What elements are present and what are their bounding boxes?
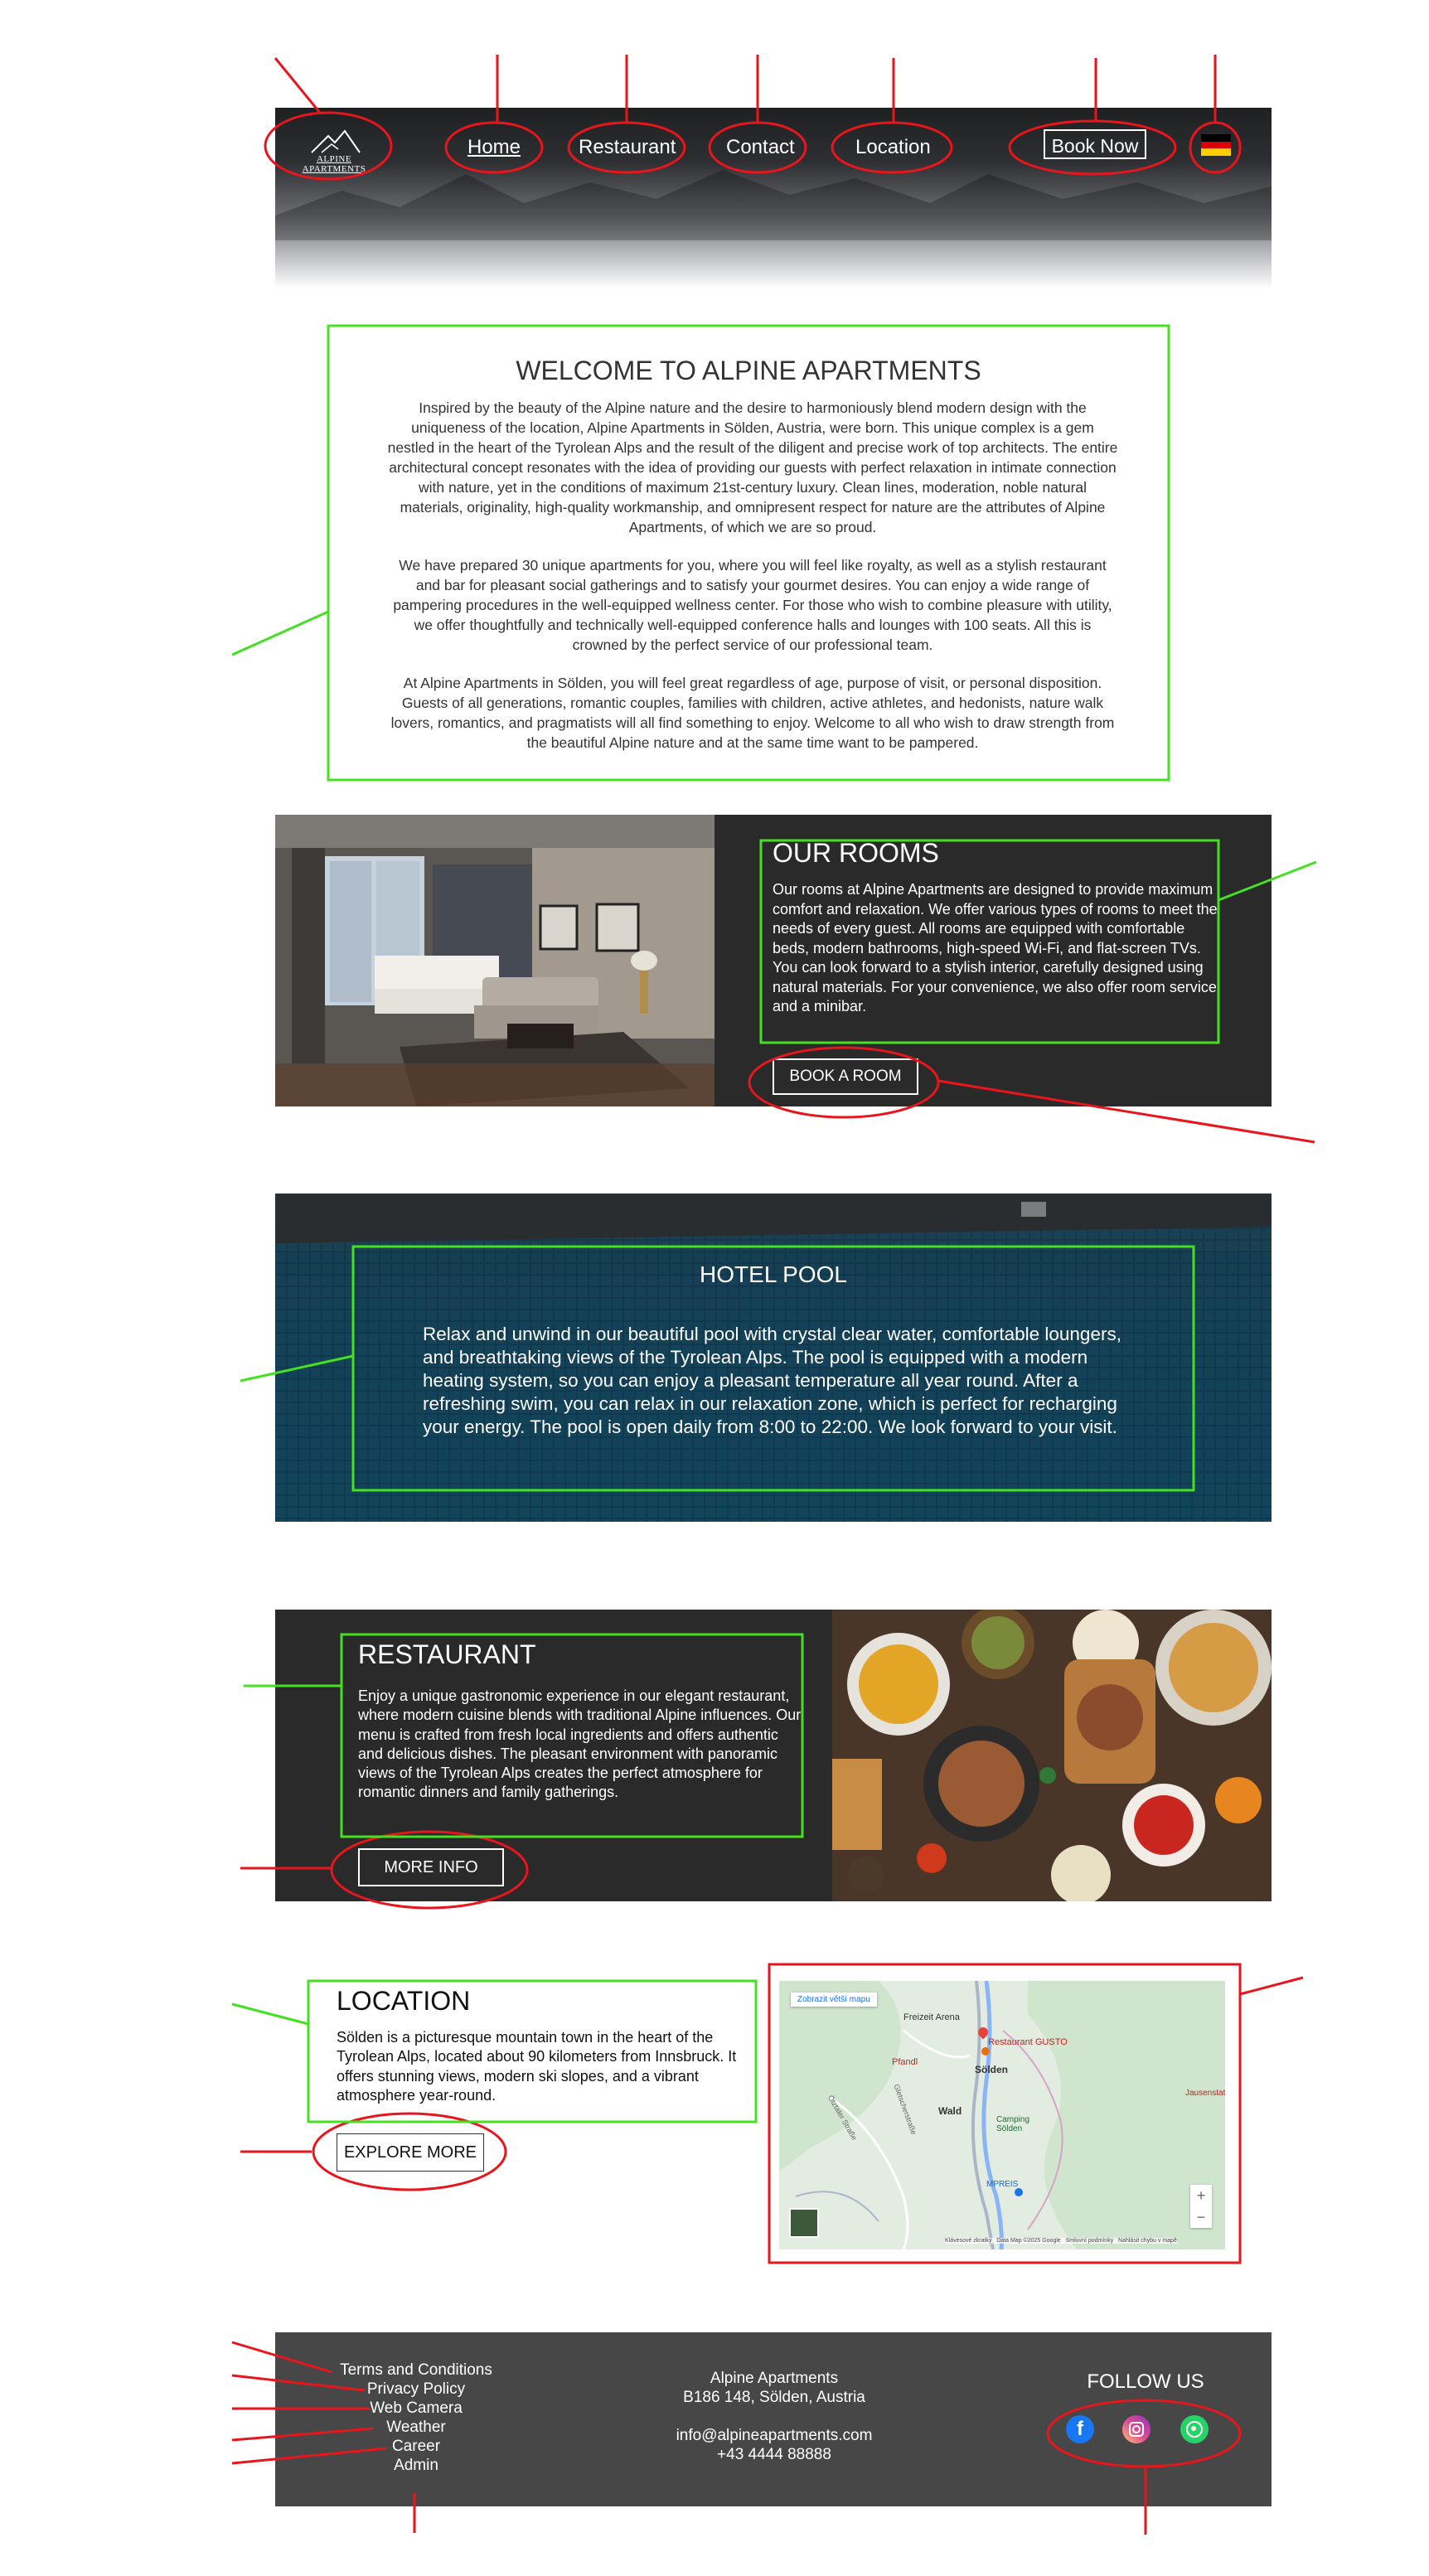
follow-us-heading: FOLLOW US — [1087, 2370, 1204, 2393]
restaurant-section: RESTAURANT Enjoy a unique gastronomic ex… — [275, 1610, 1272, 1901]
welcome-paragraph: We have prepared 30 unique apartments fo… — [393, 557, 1112, 653]
footer-link-admin[interactable]: Admin — [275, 2456, 557, 2475]
embedded-map[interactable]: Zobrazit větší mapu Freizeit Arena Resta… — [779, 1981, 1225, 2249]
whatsapp-icon[interactable] — [1180, 2415, 1209, 2443]
map-attribution: Klávesové zkratky Data Map ©2025 Google … — [945, 2238, 1177, 2244]
map-label: Freizeit Arena — [903, 2012, 960, 2022]
nav-contact[interactable]: Contact — [726, 136, 795, 159]
footer-email[interactable]: info@alpineapartments.com — [623, 2426, 925, 2445]
logo[interactable]: ALPINE APARTMENTS — [288, 126, 380, 174]
german-flag-icon[interactable] — [1201, 134, 1231, 156]
restaurant-text-block: RESTAURANT Enjoy a unique gastronomic ex… — [358, 1639, 806, 1803]
zoom-in-button[interactable]: + — [1190, 2185, 1212, 2206]
nav-restaurant[interactable]: Restaurant — [579, 136, 676, 159]
rooms-description: Our rooms at Alpine Apartments are desig… — [773, 881, 1218, 1014]
map-label: Wald — [938, 2105, 962, 2117]
pool-description: Relax and unwind in our beautiful pool w… — [423, 1324, 1121, 1437]
site-header: ALPINE APARTMENTS Home Restaurant Contac… — [275, 108, 1272, 288]
location-text-block: LOCATION Sölden is a picturesque mountai… — [337, 1986, 751, 2105]
footer-link-terms[interactable]: Terms and Conditions — [275, 2361, 557, 2380]
map-label: Camping Sölden — [996, 2115, 1030, 2133]
pool-section: HOTEL POOL Relax and unwind in our beaut… — [275, 1194, 1272, 1522]
explore-more-button[interactable]: EXPLORE MORE — [337, 2133, 484, 2172]
location-title: LOCATION — [337, 1986, 471, 2016]
rooms-text-block: OUR ROOMS Our rooms at Alpine Apartments… — [773, 838, 1220, 1017]
restaurant-pin-icon[interactable] — [981, 2047, 990, 2055]
location-description: Sölden is a picturesque mountain town in… — [337, 2029, 737, 2104]
room-photo — [275, 815, 714, 1106]
mountain-logo-icon — [311, 129, 361, 153]
map-label: Restaurant GUSTO — [988, 2037, 1068, 2047]
pool-title: HOTEL POOL — [700, 1261, 847, 1287]
welcome-paragraph: At Alpine Apartments in Sölden, you will… — [390, 675, 1115, 751]
map-label: Jausenstati — [1185, 2089, 1225, 2098]
welcome-paragraph: Inspired by the beauty of the Alpine nat… — [387, 399, 1118, 535]
footer-link-career[interactable]: Career — [275, 2437, 557, 2456]
map-zoom-control: + − — [1190, 2185, 1212, 2228]
instagram-icon[interactable] — [1122, 2415, 1150, 2443]
mountain-silhouette — [275, 170, 1272, 240]
nav-location[interactable]: Location — [855, 136, 931, 159]
facebook-icon[interactable]: f — [1066, 2415, 1094, 2443]
view-larger-map-link[interactable]: Zobrazit větší mapu — [791, 1993, 877, 2007]
zoom-out-button[interactable]: − — [1190, 2206, 1212, 2228]
footer-link-weather[interactable]: Weather — [275, 2418, 557, 2437]
welcome-section: WELCOME TO ALPINE APARTMENTS Inspired by… — [328, 326, 1169, 780]
footer-link-privacy[interactable]: Privacy Policy — [275, 2380, 557, 2399]
book-now-button[interactable]: Book Now — [1044, 129, 1146, 159]
welcome-title: WELCOME TO ALPINE APARTMENTS — [516, 356, 981, 385]
rooms-title: OUR ROOMS — [773, 838, 939, 868]
footer-company-name: Alpine Apartments — [710, 2370, 839, 2387]
book-a-room-button[interactable]: BOOK A ROOM — [773, 1058, 918, 1095]
map-label: Pfandl — [892, 2057, 918, 2067]
satellite-toggle-icon[interactable] — [789, 2208, 819, 2238]
restaurant-description: Enjoy a unique gastronomic experience in… — [358, 1687, 802, 1801]
nav-home[interactable]: Home — [467, 136, 521, 159]
restaurant-title: RESTAURANT — [358, 1639, 536, 1669]
site-footer: Terms and Conditions Privacy Policy Web … — [275, 2332, 1272, 2506]
footer-address: B186 148, Sölden, Austria — [683, 2389, 865, 2406]
more-info-button[interactable]: MORE INFO — [358, 1848, 504, 1886]
map-label: MPREIS — [986, 2180, 1019, 2189]
food-photo — [832, 1610, 1272, 1901]
shop-pin-icon[interactable] — [1015, 2188, 1023, 2196]
map-label: Sölden — [975, 2064, 1009, 2075]
footer-phone[interactable]: +43 4444 88888 — [623, 2445, 925, 2464]
logo-text: ALPINE APARTMENTS — [302, 154, 366, 174]
footer-link-webcam[interactable]: Web Camera — [275, 2399, 557, 2418]
rooms-section: OUR ROOMS Our rooms at Alpine Apartments… — [275, 815, 1272, 1106]
